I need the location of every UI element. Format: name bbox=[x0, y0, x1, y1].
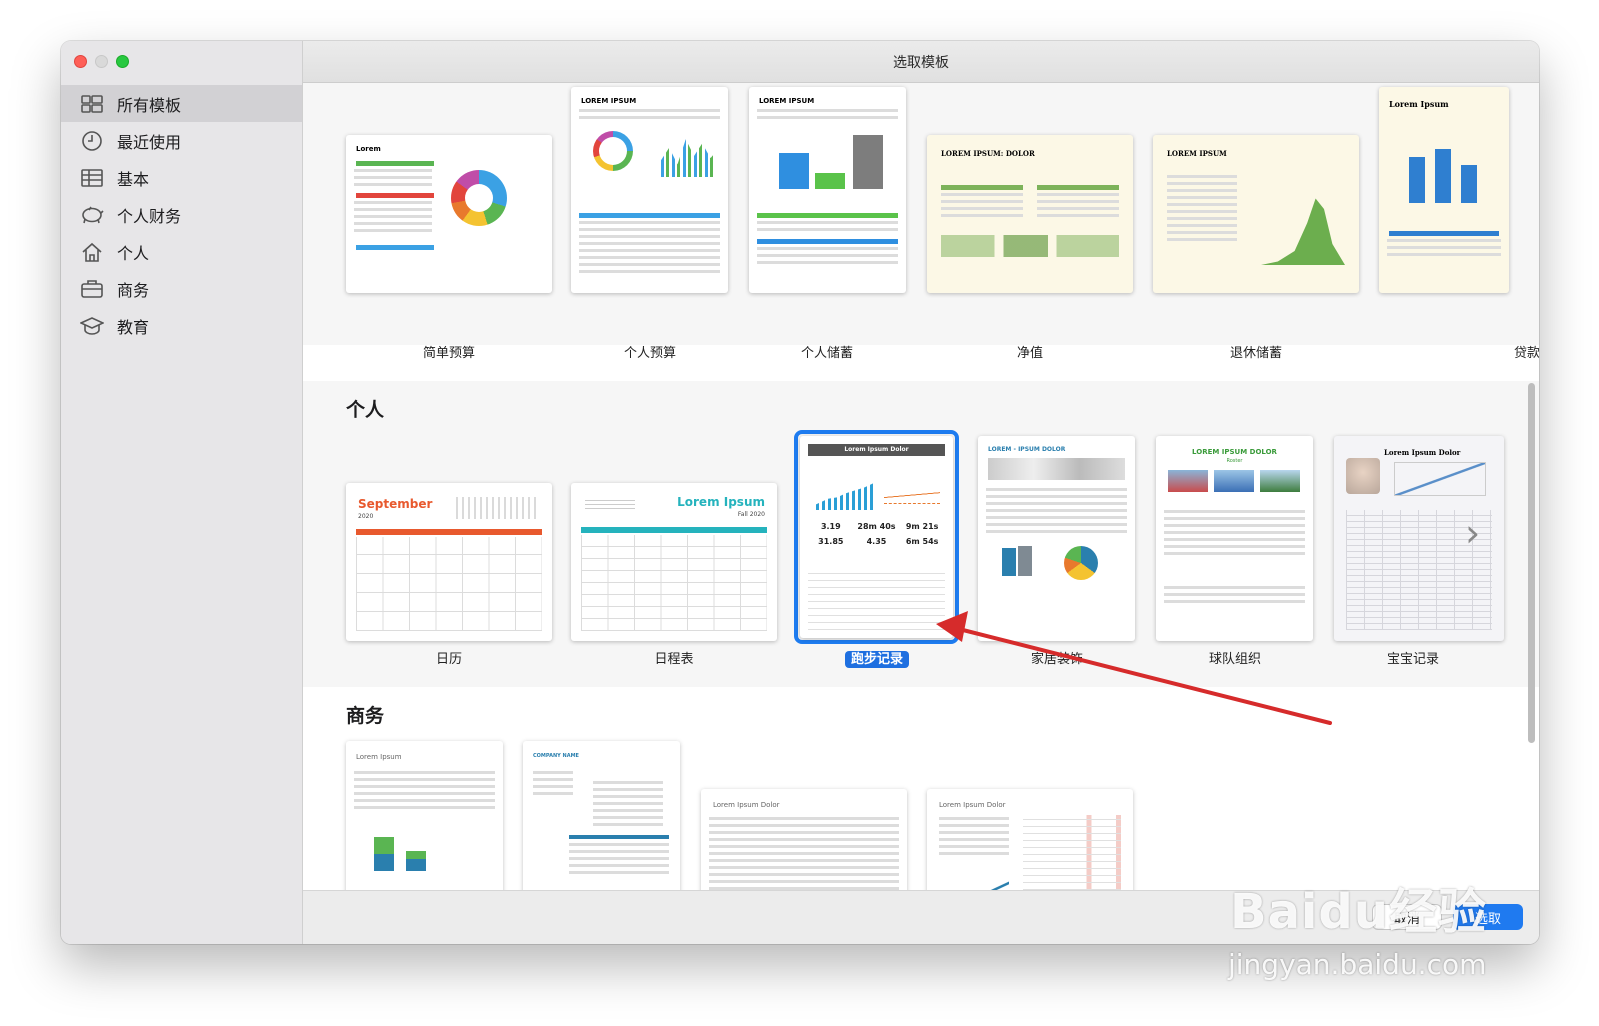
template-thumbnail: LOREM IPSUM: DOLOR bbox=[927, 135, 1133, 293]
thumb-subtitle: Fall 2020 bbox=[737, 511, 765, 518]
table-icon bbox=[79, 167, 105, 189]
clock-icon bbox=[79, 130, 105, 152]
thumb-title: COMPANY NAME bbox=[533, 753, 579, 759]
sidebar-item-label: 个人财务 bbox=[117, 206, 182, 226]
minimize-button[interactable] bbox=[95, 55, 108, 68]
template-label: 净值 bbox=[1016, 346, 1043, 361]
vertical-scrollbar[interactable] bbox=[1528, 383, 1535, 743]
sidebar-item-label: 教育 bbox=[117, 317, 150, 337]
template-label: 日程表 bbox=[654, 652, 694, 667]
template-thumbnail: Lorem Ipsum bbox=[346, 741, 503, 890]
template-chooser-window: 所有模板 最近使用 基本 个人财务 个人 商务 教育 选取模板 Lorem 简单… bbox=[61, 41, 1539, 944]
sidebar-item-education[interactable]: 教育 bbox=[61, 307, 302, 344]
sidebar-item-label: 最近使用 bbox=[117, 132, 182, 152]
stat-value: 31.85 bbox=[818, 537, 844, 546]
thumb-title: Lorem Ipsum Dolor bbox=[713, 801, 780, 809]
template-label: 个人预算 bbox=[623, 346, 676, 361]
template-label: 球队组织 bbox=[1208, 652, 1261, 667]
template-thumbnail: LOREM IPSUM DOLOR Roster bbox=[1156, 436, 1313, 641]
template-thumbnail: September 2020 bbox=[346, 483, 552, 641]
stat-value: 6m 54s bbox=[905, 537, 939, 546]
section-heading-business: 商务 bbox=[346, 705, 385, 727]
watermark-logo: Baidu经验 bbox=[1230, 884, 1487, 940]
template-gallery[interactable]: Lorem 简单预算 LOREM IPSUM 个人预算 LOREM IPSUM … bbox=[303, 83, 1539, 890]
template-label: 跑步记录 bbox=[787, 648, 967, 668]
thumb-title: LOREM IPSUM DOLOR bbox=[1192, 448, 1277, 456]
thumb-title: LOREM IPSUM bbox=[581, 97, 637, 105]
sidebar-item-all-templates[interactable]: 所有模板 bbox=[61, 85, 302, 122]
template-thumbnail: LOREM IPSUM bbox=[1153, 135, 1359, 293]
thumb-title: Lorem Ipsum bbox=[1389, 99, 1449, 109]
desktop: 所有模板 最近使用 基本 个人财务 个人 商务 教育 选取模板 Lorem 简单… bbox=[0, 0, 1599, 1026]
thumb-subtitle: Roster bbox=[1226, 458, 1243, 464]
close-button[interactable] bbox=[74, 55, 87, 68]
thumb-title: Lorem Ipsum Dolor bbox=[808, 444, 945, 456]
template-label: 日历 bbox=[435, 652, 462, 667]
thumb-title: LOREM IPSUM: DOLOR bbox=[941, 149, 1035, 158]
thumb-title: LOREM IPSUM bbox=[1167, 149, 1227, 158]
template-thumbnail: LOREM - IPSUM DOLOR bbox=[978, 436, 1135, 641]
window-title: 选取模板 bbox=[893, 54, 949, 71]
template-thumbnail: Lorem Ipsum bbox=[1379, 87, 1509, 293]
title-bar: 选取模板 bbox=[303, 41, 1539, 83]
template-thumbnail: COMPANY NAME bbox=[523, 741, 680, 890]
template-label: 宝宝记录 bbox=[1386, 652, 1439, 667]
stat-value: 9m 21s bbox=[905, 522, 939, 531]
thumb-title: September bbox=[358, 497, 433, 511]
grid-icon bbox=[79, 93, 105, 115]
sidebar-item-label: 个人 bbox=[117, 243, 150, 263]
sidebar-item-basic[interactable]: 基本 bbox=[61, 159, 302, 196]
template-thumbnail: Lorem Ipsum Dolor bbox=[927, 789, 1133, 890]
template-thumbnail: Lorem Ipsum Dolor bbox=[701, 789, 907, 890]
piggy-bank-icon bbox=[79, 204, 105, 226]
template-label: 退休储蓄 bbox=[1229, 346, 1282, 361]
thumb-title: LOREM - IPSUM DOLOR bbox=[988, 446, 1066, 453]
template-thumbnail: LOREM IPSUM bbox=[571, 87, 728, 293]
thumb-title: Lorem Ipsum Dolor bbox=[939, 801, 1006, 809]
template-label: 个人储蓄 bbox=[800, 346, 853, 361]
house-icon bbox=[79, 241, 105, 263]
category-list: 所有模板 最近使用 基本 个人财务 个人 商务 教育 bbox=[61, 85, 302, 344]
template-label: 家居装饰 bbox=[1030, 652, 1083, 667]
sidebar-item-personal[interactable]: 个人 bbox=[61, 233, 302, 270]
template-label: 贷款比较 bbox=[1513, 346, 1539, 361]
window-controls bbox=[74, 55, 129, 68]
thumb-title: LOREM IPSUM bbox=[759, 97, 815, 105]
sidebar-item-business[interactable]: 商务 bbox=[61, 270, 302, 307]
template-thumbnail: LOREM IPSUM bbox=[749, 87, 906, 293]
sidebar: 所有模板 最近使用 基本 个人财务 个人 商务 教育 bbox=[61, 41, 303, 944]
thumb-title: Lorem Ipsum bbox=[356, 753, 402, 761]
thumb-title: Lorem bbox=[356, 145, 381, 153]
zoom-button[interactable] bbox=[116, 55, 129, 68]
briefcase-icon bbox=[79, 278, 105, 300]
selected-template-label: 跑步记录 bbox=[844, 651, 909, 668]
thumb-title: Lorem Ipsum Dolor bbox=[1384, 448, 1461, 457]
sidebar-item-recent[interactable]: 最近使用 bbox=[61, 122, 302, 159]
template-label: 简单预算 bbox=[422, 346, 475, 361]
template-thumbnail: Lorem bbox=[346, 135, 552, 293]
chevron-right-icon[interactable]: › bbox=[1465, 511, 1480, 555]
sidebar-item-label: 商务 bbox=[117, 280, 150, 300]
stat-value: 3.19 bbox=[820, 522, 841, 531]
template-thumbnail: Lorem Ipsum Fall 2020 bbox=[571, 483, 777, 641]
sidebar-item-label: 所有模板 bbox=[117, 95, 182, 115]
sidebar-item-label: 基本 bbox=[117, 169, 150, 189]
thumb-subtitle: 2020 bbox=[358, 513, 374, 520]
stat-value: 28m 40s bbox=[857, 522, 896, 531]
graduation-cap-icon bbox=[79, 315, 105, 337]
section-heading-personal: 个人 bbox=[346, 399, 385, 421]
thumb-title: Lorem Ipsum bbox=[677, 495, 765, 509]
watermark-url: jingyan.baidu.com bbox=[1228, 948, 1487, 981]
template-thumbnail: Lorem Ipsum Dolor 3.19 28m 40s 9m 21s 31… bbox=[800, 436, 953, 638]
stat-value: 4.35 bbox=[866, 537, 887, 546]
sidebar-item-personal-finance[interactable]: 个人财务 bbox=[61, 196, 302, 233]
running-stats: 3.19 28m 40s 9m 21s 31.85 4.35 6m 54s bbox=[808, 522, 945, 546]
